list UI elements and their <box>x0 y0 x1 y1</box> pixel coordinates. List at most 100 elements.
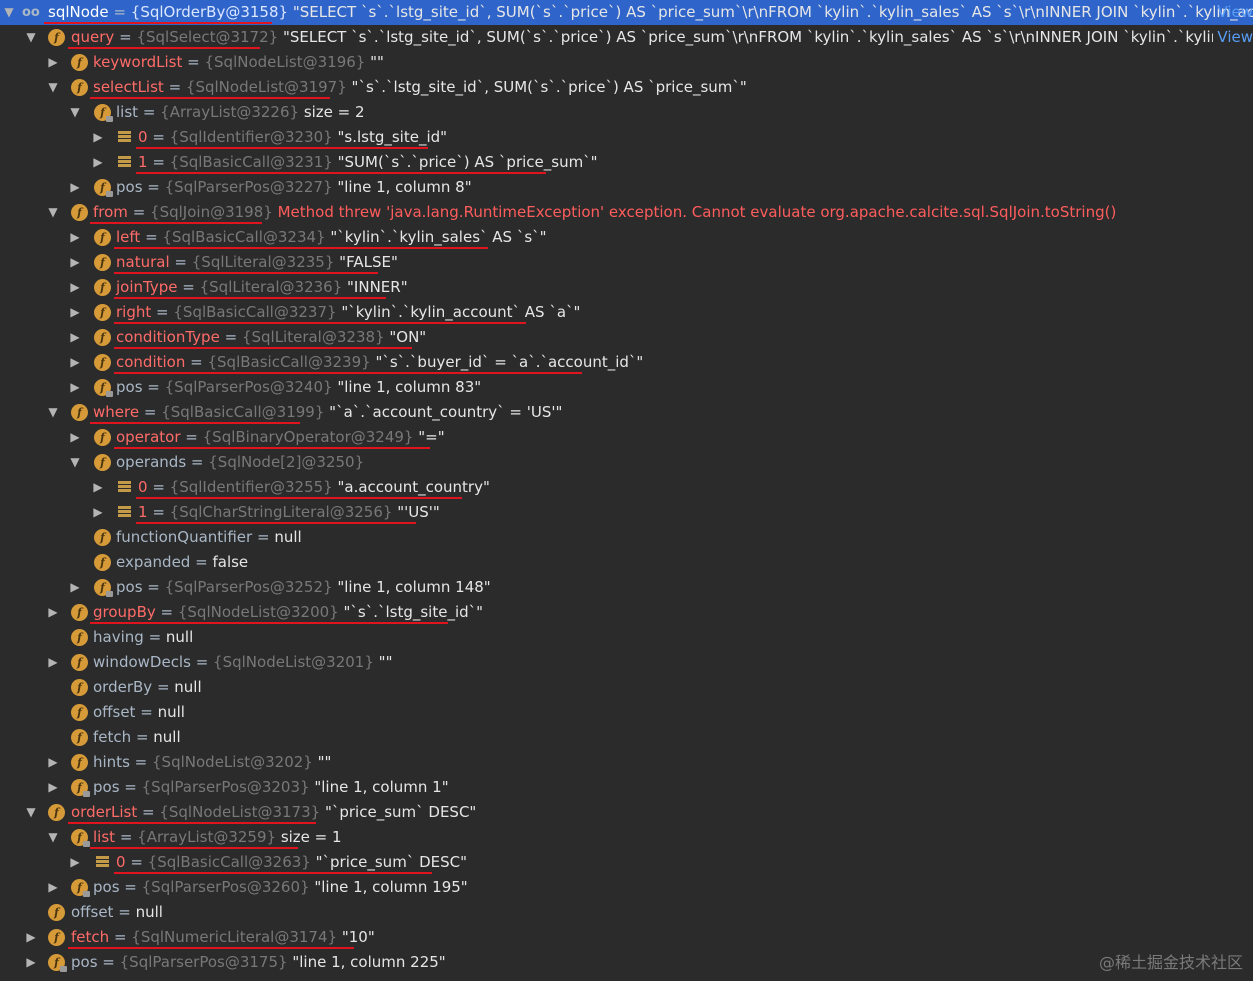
object-ref: {SqlIdentifier@3230} <box>169 128 333 146</box>
object-ref: {SqlBasicCall@3263} <box>147 853 311 871</box>
tree-row-offset[interactable]: f offset = null <box>0 900 1253 925</box>
object-ref: {SqlBasicCall@3234} <box>162 228 326 246</box>
annotation-underline <box>90 847 298 849</box>
expand-arrow-icon[interactable]: ▶ <box>68 275 82 300</box>
tree-row-offset[interactable]: f offset = null <box>0 700 1253 725</box>
tree-row-having[interactable]: f having = null <box>0 625 1253 650</box>
expand-arrow-icon[interactable]: ▶ <box>68 175 82 200</box>
field-icon: f <box>48 904 65 921</box>
expand-arrow-icon[interactable]: ▶ <box>68 575 82 600</box>
variable-name: conditionType <box>116 328 220 346</box>
tree-row-fetch[interactable]: f fetch = null <box>0 725 1253 750</box>
annotation-underline <box>114 447 430 449</box>
expand-arrow-icon[interactable]: ▶ <box>24 950 38 975</box>
variable-name: where <box>93 403 140 421</box>
object-ref: {ArrayList@3226} <box>160 103 300 121</box>
variable-value: "line 1, column 83" <box>337 378 482 396</box>
variable-value: "a.account_country" <box>337 478 490 496</box>
expand-arrow-icon[interactable]: ▼ <box>2 0 16 25</box>
tree-row-pos[interactable]: ▶ f pos = {SqlParserPos@3175} "line 1, c… <box>0 950 1253 975</box>
tree-row-operands[interactable]: ▼ f operands = {SqlNode[2]@3250} <box>0 450 1253 475</box>
variable-value: null <box>135 903 163 921</box>
expand-arrow-icon[interactable]: ▼ <box>68 100 82 125</box>
tree-row-pos[interactable]: ▶ f pos = {SqlParserPos@3203} "line 1, c… <box>0 775 1253 800</box>
annotation-underline <box>44 22 272 24</box>
expand-arrow-icon[interactable]: ▶ <box>68 325 82 350</box>
expand-arrow-icon[interactable]: ▶ <box>68 300 82 325</box>
expand-arrow-icon[interactable]: ▶ <box>68 425 82 450</box>
expand-arrow-icon[interactable]: ▼ <box>46 75 60 100</box>
expand-arrow-icon[interactable]: ▶ <box>91 125 105 150</box>
expand-arrow-icon[interactable]: ▶ <box>68 250 82 275</box>
expand-arrow-icon[interactable]: ▶ <box>46 650 60 675</box>
expand-arrow-icon[interactable]: ▶ <box>46 50 60 75</box>
array-element-icon <box>116 154 133 171</box>
annotation-underline <box>136 147 428 149</box>
expand-arrow-icon[interactable]: ▶ <box>46 750 60 775</box>
tree-row-windowdecls[interactable]: ▶ f windowDecls = {SqlNodeList@3201} "" <box>0 650 1253 675</box>
variable-value: "`s`.`buyer_id` = `a`.`account_id`" <box>375 353 644 371</box>
tree-row-pos[interactable]: ▶ f pos = {SqlParserPos@3240} "line 1, c… <box>0 375 1253 400</box>
array-element-icon <box>116 479 133 496</box>
object-ref: {SqlNodeList@3173} <box>159 803 321 821</box>
expand-arrow-icon[interactable]: ▶ <box>68 350 82 375</box>
tree-row-keywordlist[interactable]: ▶ f keywordList = {SqlNodeList@3196} "" <box>0 50 1253 75</box>
object-ref: {SqlNode[2]@3250} <box>208 453 365 471</box>
annotation-underline <box>90 97 330 99</box>
expand-arrow-icon[interactable]: ▶ <box>91 475 105 500</box>
tree-row-expanded[interactable]: f expanded = false <box>0 550 1253 575</box>
expand-arrow-icon[interactable]: ▼ <box>24 800 38 825</box>
watermark: @稀土掘金技术社区 <box>1098 953 1243 972</box>
expand-arrow-icon[interactable]: ▼ <box>46 400 60 425</box>
expand-arrow-icon[interactable]: ▼ <box>46 825 60 850</box>
variable-name: list <box>93 828 116 846</box>
expand-arrow-icon[interactable]: ▼ <box>24 25 38 50</box>
tree-row-orderby[interactable]: f orderBy = null <box>0 675 1253 700</box>
view-link[interactable]: View <box>1217 0 1253 25</box>
variable-name: keywordList <box>93 53 183 71</box>
variable-value: "10" <box>341 928 375 946</box>
variable-name: functionQuantifier <box>116 528 253 546</box>
tree-row-pos[interactable]: ▶ f pos = {SqlParserPos@3252} "line 1, c… <box>0 575 1253 600</box>
field-icon: f <box>94 229 111 246</box>
expand-arrow-icon[interactable]: ▶ <box>46 600 60 625</box>
tree-row-functionquantifier[interactable]: f functionQuantifier = null <box>0 525 1253 550</box>
variable-value: "`a`.`account_country` = 'US'" <box>329 403 563 421</box>
tree-row-list[interactable]: ▼ f list = {ArrayList@3226} size = 2 <box>0 100 1253 125</box>
field-icon: f <box>94 279 111 296</box>
variable-value: "line 1, column 8" <box>337 178 472 196</box>
variable-value: "" <box>378 653 393 671</box>
view-link[interactable]: View <box>1213 25 1253 50</box>
tree-row-hints[interactable]: ▶ f hints = {SqlNodeList@3202} "" <box>0 750 1253 775</box>
expand-arrow-icon[interactable]: ▶ <box>91 500 105 525</box>
object-ref: {SqlCharStringLiteral@3256} <box>169 503 393 521</box>
object-ref: {SqlParserPos@3203} <box>141 778 310 796</box>
variable-name: pos <box>93 778 120 796</box>
field-icon: f <box>71 679 88 696</box>
field-icon: f <box>71 629 88 646</box>
expand-arrow-icon[interactable]: ▶ <box>68 375 82 400</box>
variable-name: operator <box>116 428 181 446</box>
array-element-icon <box>116 129 133 146</box>
variable-value: "`kylin`.`kylin_sales` AS `s`" <box>330 228 547 246</box>
variable-value: "`s`.`lstg_site_id`" <box>343 603 484 621</box>
expand-arrow-icon[interactable]: ▶ <box>68 850 82 875</box>
tree-row-pos[interactable]: ▶ f pos = {SqlParserPos@3260} "line 1, c… <box>0 875 1253 900</box>
annotation-underline <box>90 622 448 624</box>
variable-name: natural <box>116 253 170 271</box>
variable-value: "`s`.`lstg_site_id`, SUM(`s`.`price`) AS… <box>351 78 747 96</box>
expand-arrow-icon[interactable]: ▼ <box>68 450 82 475</box>
expand-arrow-icon[interactable]: ▶ <box>68 225 82 250</box>
expand-arrow-icon[interactable]: ▶ <box>24 925 38 950</box>
object-ref: {ArrayList@3259} <box>137 828 277 846</box>
expand-arrow-icon[interactable]: ▶ <box>91 150 105 175</box>
variable-name: pos <box>116 178 143 196</box>
object-ref: {SqlParserPos@3240} <box>164 378 333 396</box>
expand-arrow-icon[interactable]: ▼ <box>46 200 60 225</box>
variable-name: fetch <box>93 728 132 746</box>
expand-arrow-icon[interactable]: ▶ <box>46 775 60 800</box>
variable-name: windowDecls <box>93 653 191 671</box>
expand-arrow-icon[interactable]: ▶ <box>46 875 60 900</box>
annotation-underline <box>114 297 386 299</box>
tree-row-pos[interactable]: ▶ f pos = {SqlParserPos@3227} "line 1, c… <box>0 175 1253 200</box>
